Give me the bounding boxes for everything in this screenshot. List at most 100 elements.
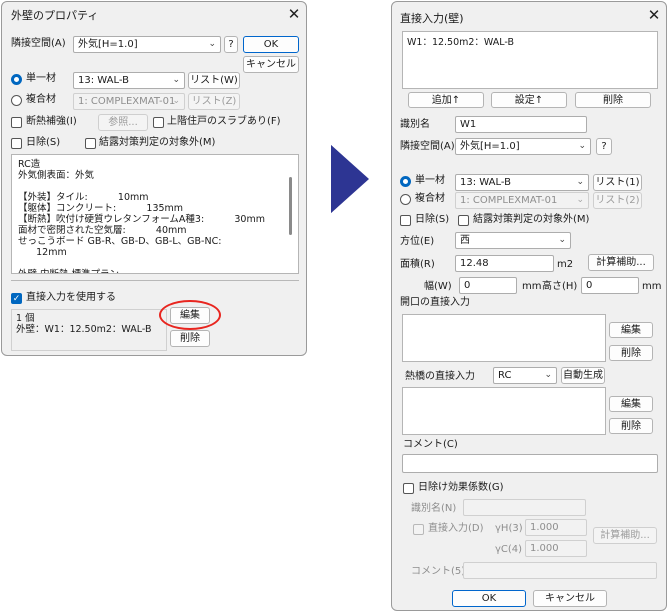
wall-list-item[interactable]: W1：12.50m2：WAL-B	[407, 36, 514, 50]
cancel-button[interactable]: キャンセル	[243, 56, 299, 73]
list-1-button[interactable]: リスト(1)	[593, 174, 642, 191]
reference-button[interactable]: 参照...	[98, 114, 148, 131]
composite-material-radio[interactable]	[11, 95, 22, 106]
close-icon[interactable]: ✕	[645, 7, 663, 25]
gamma-c-label: γC(4)	[495, 544, 523, 555]
chevron-down-icon: ⌄	[172, 75, 180, 85]
composite-material-label: 複合材	[26, 94, 56, 105]
calc-assist-2-button[interactable]: 計算補助...	[593, 527, 657, 544]
chevron-down-icon: ⌄	[172, 96, 180, 106]
material-info-line: RC造	[18, 159, 41, 170]
material-info-text: RC造 外気側表面：外気 【外装】タイル: 10mm 【躯体】コンクリート: 135…	[18, 159, 265, 273]
chevron-down-icon: ⌄	[208, 39, 216, 49]
insulation-checkbox[interactable]	[11, 117, 22, 128]
delete-button[interactable]: 削除	[575, 92, 651, 108]
material-info-line: 外壁 内断熱 標準プラン	[18, 269, 265, 273]
material-info-line: 12mm	[18, 247, 67, 258]
id2-input[interactable]	[463, 499, 586, 516]
material-info-line	[18, 181, 265, 192]
close-icon[interactable]: ✕	[285, 6, 303, 24]
width-input[interactable]: 0	[459, 277, 517, 294]
list-2-button[interactable]: リスト(2)	[593, 192, 642, 209]
sunshade-coefficient-checkbox[interactable]	[403, 483, 414, 494]
dialog-title: 外壁のプロパティ	[11, 9, 99, 22]
help-button[interactable]: ?	[596, 138, 612, 155]
opening-list[interactable]	[402, 314, 606, 362]
highlight-circle	[159, 300, 221, 330]
material-info-line: せっこうボード GB-R、GB-D、GB-L、GB-NC:	[18, 236, 222, 247]
single-material-value: 13: WAL-B	[78, 75, 129, 86]
right-arrow-icon	[331, 145, 369, 213]
direct-input-label: 直接入力を使用する	[26, 292, 116, 303]
single-material-select[interactable]: 13: WAL-B ⌄	[455, 174, 589, 191]
height-input[interactable]: 0	[581, 277, 639, 294]
adjacent-space-select[interactable]: 外気[H=1.0] ⌄	[455, 138, 591, 155]
composite-material-select[interactable]: 1: COMPLEXMAT-01 ⌄	[455, 192, 589, 209]
sunshade-checkbox[interactable]	[400, 215, 411, 226]
condensation-label: 結露対策判定の対象外(M)	[99, 137, 216, 148]
single-material-radio[interactable]	[400, 176, 411, 187]
material-info-line: 【外装】タイル: 10mm	[18, 192, 149, 203]
gamma-h-label: γH(3)	[495, 523, 523, 534]
direct-input-checkbox[interactable]	[413, 524, 424, 535]
id-input[interactable]: W1	[455, 116, 587, 133]
chevron-down-icon: ⌄	[576, 195, 584, 205]
ok-button[interactable]: OK	[243, 36, 299, 53]
thermal-bridge-select[interactable]: RC ⌄	[493, 367, 557, 384]
calc-assist-button[interactable]: 計算補助...	[588, 254, 654, 271]
single-material-radio[interactable]	[11, 74, 22, 85]
sunshade-coefficient-label: 日除け効果係数(G)	[418, 482, 504, 493]
gamma-c-input[interactable]: 1.000	[525, 540, 587, 557]
comment-input[interactable]	[402, 454, 658, 473]
help-button[interactable]: ?	[224, 36, 238, 53]
add-button[interactable]: 追加↑	[408, 92, 484, 108]
direction-label: 方位(E)	[400, 236, 435, 247]
insulation-label: 断熱補強(I)	[26, 116, 77, 127]
thermal-bridge-value: RC	[498, 370, 512, 381]
delete-button[interactable]: 削除	[170, 330, 210, 347]
condensation-checkbox[interactable]	[458, 215, 469, 226]
single-material-select[interactable]: 13: WAL-B ⌄	[73, 72, 185, 89]
set-button[interactable]: 設定↑	[491, 92, 567, 108]
direction-select[interactable]: 西 ⌄	[455, 232, 571, 249]
opening-delete-button[interactable]: 削除	[609, 345, 653, 361]
area-unit: m2	[557, 259, 574, 270]
condensation-label: 結露対策判定の対象外(M)	[473, 214, 590, 225]
condensation-checkbox[interactable]	[85, 138, 96, 149]
ok-button[interactable]: OK	[452, 590, 526, 607]
sunshade-checkbox[interactable]	[11, 138, 22, 149]
direct-input-label: 直接入力(D)	[428, 523, 484, 534]
adjacent-space-select[interactable]: 外気[H=1.0] ⌄	[73, 36, 221, 53]
composite-material-radio[interactable]	[400, 194, 411, 205]
opening-edit-button[interactable]: 編集	[609, 322, 653, 338]
area-input[interactable]: 12.48	[455, 255, 554, 272]
single-material-label: 単一材	[415, 175, 445, 186]
chevron-down-icon: ⌄	[558, 235, 566, 245]
material-info-line	[18, 258, 265, 269]
composite-material-select[interactable]: 1: COMPLEXMAT-01 ⌄	[73, 93, 185, 110]
opening-direct-label: 開口の直接入力	[400, 297, 470, 308]
material-info-line: 外気側表面：外気	[18, 170, 95, 181]
wall-list[interactable]: W1：12.50m2：WAL-B	[402, 31, 658, 89]
cancel-button[interactable]: キャンセル	[533, 590, 607, 607]
id2-label: 識別名(N)	[411, 503, 457, 514]
direction-value: 西	[460, 235, 470, 246]
direct-input-summary: 1 個外壁：W1：12.50m2：WAL-B	[11, 309, 167, 351]
upper-slab-label: 上階住戸のスラブあり(F)	[167, 116, 281, 127]
material-info-line: 【断熱】吹付け硬質ウレタンフォームA種3: 30mm	[18, 214, 265, 225]
comment-label: コメント(C)	[403, 439, 458, 450]
material-info-panel: RC造 外気側表面：外気 【外装】タイル: 10mm 【躯体】コンクリート: 135…	[11, 154, 299, 274]
gamma-h-input[interactable]: 1.000	[525, 519, 587, 536]
thermal-bridge-list[interactable]	[402, 387, 606, 435]
comment5-input[interactable]	[463, 562, 657, 579]
list-z-button[interactable]: リスト(Z)	[188, 93, 240, 110]
bridge-delete-button[interactable]: 削除	[609, 418, 653, 434]
width-unit: mm	[522, 281, 542, 292]
scrollbar-thumb[interactable]	[289, 177, 292, 235]
auto-generate-button[interactable]: 自動生成	[561, 367, 605, 384]
id-label: 識別名	[400, 119, 430, 130]
bridge-edit-button[interactable]: 編集	[609, 396, 653, 412]
list-w-button[interactable]: リスト(W)	[188, 72, 240, 89]
upper-slab-checkbox[interactable]	[153, 117, 164, 128]
direct-input-checkbox[interactable]: ✓	[11, 293, 22, 304]
